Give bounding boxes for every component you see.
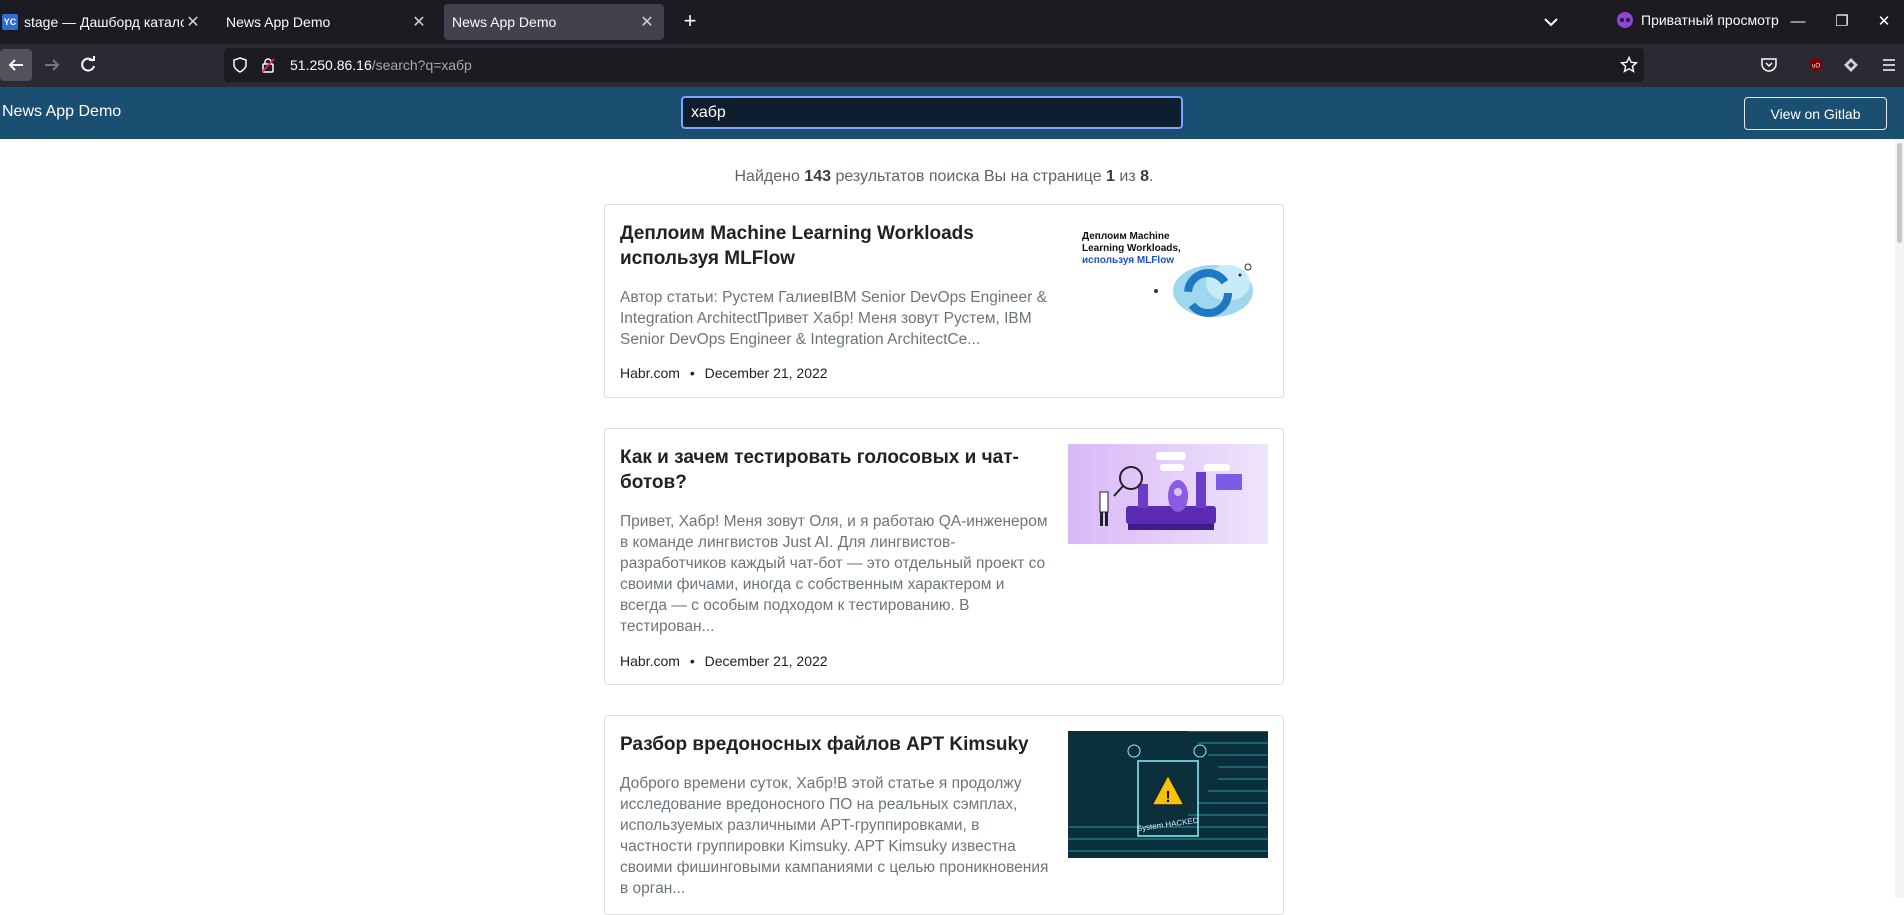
list-all-tabs-chevron-icon[interactable]: [1540, 12, 1562, 32]
minimize-window-icon[interactable]: —: [1780, 8, 1816, 36]
reload-icon[interactable]: [72, 49, 104, 81]
article-description: Доброго времени суток, Хабр!В этой стать…: [620, 775, 1049, 897]
article-source: Habr.com: [620, 653, 680, 669]
article-description: Автор статьи: Рустем ГалиевIBM Senior De…: [620, 289, 1047, 348]
summary-of: из: [1119, 168, 1136, 185]
new-tab-plus-icon[interactable]: +: [678, 10, 702, 34]
summary-prefix: Найдено: [734, 168, 800, 185]
article-description: Привет, Хабр! Меня зовут Оля, и я работа…: [620, 513, 1048, 635]
yandex-cloud-favicon-icon: YC: [2, 14, 18, 30]
article-date: December 21, 2022: [704, 653, 828, 669]
private-mask-icon: [1617, 12, 1633, 28]
article-title[interactable]: Как и зачем тестировать голосовых и чат-…: [620, 445, 1045, 495]
view-on-gitlab-button[interactable]: View on Gitlab: [1744, 97, 1887, 130]
private-browsing-indicator: Приватный просмотр: [1617, 12, 1779, 28]
url-path: /search?q=хабр: [371, 57, 472, 73]
svg-text:uO: uO: [1812, 64, 1820, 70]
meta-separator: •: [689, 653, 695, 669]
tracking-protection-shield-icon[interactable]: [232, 57, 248, 73]
bookmark-star-icon[interactable]: [1616, 52, 1642, 78]
private-browsing-label: Приватный просмотр: [1641, 12, 1779, 28]
thumbnail-caption-line3: используя MLFlow: [1082, 255, 1174, 266]
tab-title: stage — Дашборд каталога | Y: [24, 14, 184, 30]
total-pages: 8: [1140, 168, 1150, 185]
article-thumbnail-system-hacked: ! System HACKED: [1068, 731, 1268, 858]
forward-arrow-icon[interactable]: [36, 49, 68, 81]
restore-window-icon[interactable]: ❐: [1824, 8, 1860, 36]
article-date: December 21, 2022: [704, 365, 828, 381]
pocket-icon[interactable]: [1756, 52, 1782, 78]
hamburger-menu-icon[interactable]: [1876, 52, 1902, 78]
browser-tab-strip: YC stage — Дашборд каталога | Y ✕ News A…: [0, 0, 1904, 44]
thumbnail-caption-line1: Деплоим Machine: [1082, 231, 1170, 242]
tab-stage-dashboard[interactable]: YC stage — Дашборд каталога | Y ✕: [0, 4, 210, 40]
results-count: 143: [804, 168, 831, 185]
svg-text:!: !: [1165, 789, 1170, 806]
article-meta: Habr.com • December 21, 2022: [620, 653, 828, 669]
url-host: 51.250.86.16: [290, 57, 372, 73]
extension-puzzle-icon[interactable]: [1838, 52, 1864, 78]
article-source: Habr.com: [620, 365, 680, 381]
article-card[interactable]: Разбор вредоносных файлов APT Kimsuky До…: [604, 715, 1284, 915]
back-arrow-icon[interactable]: [0, 49, 32, 81]
summary-suffix: .: [1149, 168, 1154, 185]
article-title[interactable]: Деплоим Machine Learning Workloads испол…: [620, 221, 1045, 271]
insecure-lock-icon[interactable]: [260, 57, 276, 73]
close-tab-icon[interactable]: ✕: [184, 12, 202, 32]
page-scrollbar-thumb[interactable]: [1897, 143, 1902, 243]
meta-separator: •: [689, 365, 695, 381]
article-thumbnail-chatbot-testing: [1068, 444, 1268, 544]
article-title[interactable]: Разбор вредоносных файлов APT Kimsuky: [620, 732, 1045, 757]
tab-title: News App Demo: [226, 14, 331, 30]
close-window-icon[interactable]: ✕: [1866, 8, 1902, 36]
search-input[interactable]: [680, 95, 1184, 130]
results-summary: Найдено 143 результатов поиска Вы на стр…: [604, 168, 1284, 186]
page-scrollbar-track[interactable]: [1895, 139, 1904, 898]
article-meta: Habr.com • December 21, 2022: [620, 365, 828, 381]
article-thumbnail-mlflow: Деплоим Machine Learning Workloads, испо…: [1068, 223, 1268, 323]
article-card[interactable]: Деплоим Machine Learning Workloads испол…: [604, 204, 1284, 398]
current-page: 1: [1106, 168, 1115, 185]
ublock-origin-extension-icon[interactable]: uO: [1803, 52, 1829, 78]
url-text: 51.250.86.16/search?q=хабр: [290, 57, 472, 73]
close-tab-icon[interactable]: ✕: [410, 12, 428, 32]
article-card[interactable]: Как и зачем тестировать голосовых и чат-…: [604, 428, 1284, 685]
url-bar[interactable]: 51.250.86.16/search?q=хабр: [224, 48, 1644, 82]
summary-middle: результатов поиска Вы на странице: [835, 168, 1102, 185]
thumbnail-caption-line2: Learning Workloads,: [1082, 243, 1181, 254]
tab-news-app-1[interactable]: News App Demo ✕: [218, 4, 436, 40]
app-brand-link[interactable]: News App Demo: [2, 103, 121, 121]
tab-title: News App Demo: [452, 14, 557, 30]
close-tab-icon[interactable]: ✕: [638, 12, 656, 32]
tab-news-app-active[interactable]: News App Demo ✕: [444, 4, 664, 40]
